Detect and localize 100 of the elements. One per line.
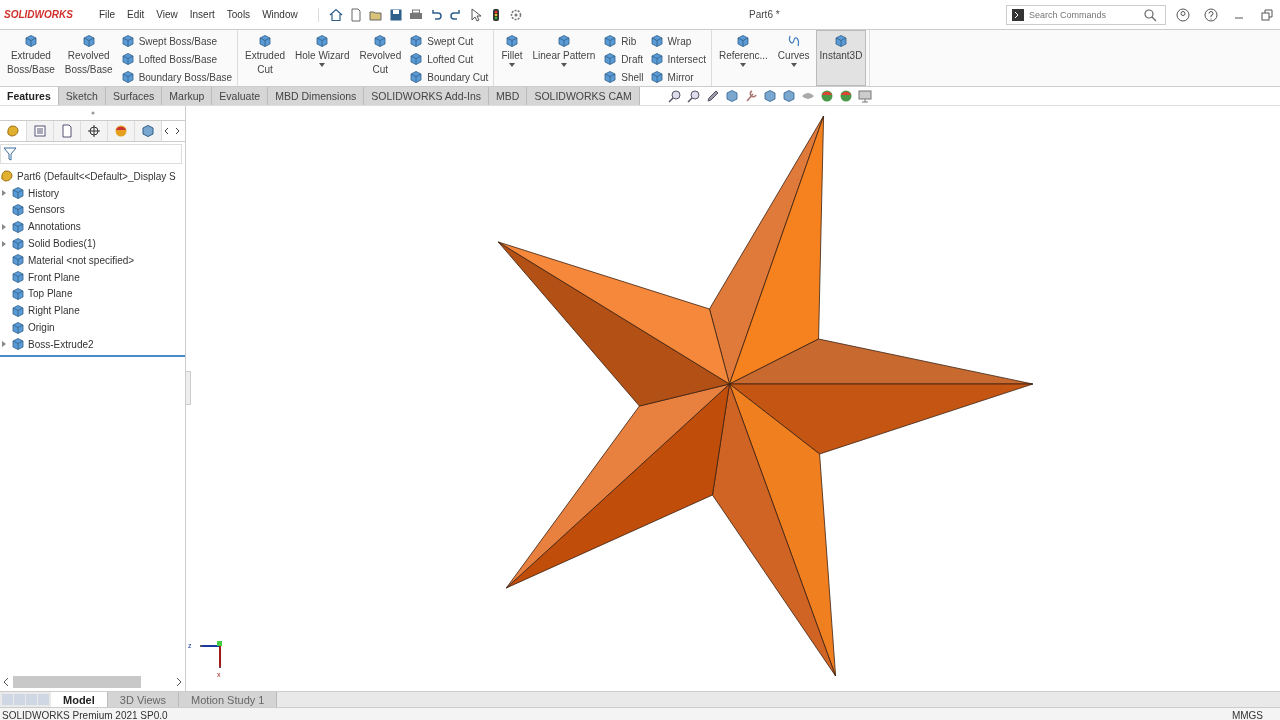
ribbon-button[interactable]: Instant3D <box>815 30 867 86</box>
command-tab[interactable]: MBD <box>489 87 528 105</box>
property-tab[interactable] <box>27 121 54 141</box>
wrench-icon[interactable] <box>743 89 758 103</box>
ribbon-button[interactable]: Boundary Cut <box>407 68 491 86</box>
cube-icon <box>141 124 155 138</box>
tree-item[interactable]: History <box>28 187 60 199</box>
ribbon-button[interactable]: Fillet <box>497 30 527 86</box>
command-tab[interactable]: SOLIDWORKS CAM <box>527 87 640 105</box>
zoom-icon[interactable] <box>667 89 682 103</box>
ribbon-button[interactable]: Revolved Boss/Base <box>60 30 117 86</box>
scroll-left-icon[interactable] <box>3 677 9 687</box>
expand-arrow-icon[interactable] <box>2 240 6 247</box>
cube-icon[interactable] <box>781 89 796 103</box>
ribbon-button[interactable]: Linear Pattern <box>528 30 600 86</box>
help-icon[interactable] <box>1204 7 1218 22</box>
ribbon-button[interactable]: Swept Cut <box>407 32 491 50</box>
command-tab[interactable]: Markup <box>162 87 213 105</box>
part-icon <box>0 169 14 184</box>
ribbon-button[interactable]: Mirror <box>647 68 708 86</box>
bottom-tab[interactable]: Model <box>51 692 108 707</box>
caret-icon <box>319 63 326 67</box>
ribbon-button[interactable]: Hole Wizard <box>291 30 354 86</box>
print-icon[interactable] <box>408 7 423 22</box>
menu-item[interactable]: Edit <box>121 9 151 20</box>
cube-icon <box>120 52 135 66</box>
menu-item[interactable]: View <box>150 9 184 20</box>
ribbon-button[interactable]: Swept Boss/Base <box>118 32 234 50</box>
command-tab[interactable]: MBD Dimensions <box>268 87 365 105</box>
cube-icon <box>556 34 571 48</box>
filter-field[interactable] <box>0 144 182 164</box>
expand-arrow-icon[interactable] <box>2 190 6 197</box>
bottom-tab[interactable]: 3D Views <box>107 692 180 707</box>
cube-icon <box>603 34 618 48</box>
pencil-icon[interactable] <box>705 89 720 103</box>
redo-icon[interactable] <box>448 7 463 22</box>
command-tab[interactable]: Evaluate <box>212 87 269 105</box>
user-icon[interactable] <box>1176 7 1190 22</box>
save-icon[interactable] <box>388 7 403 22</box>
ribbon-button[interactable]: Lofted Cut <box>407 50 491 68</box>
cube-icon[interactable] <box>724 89 739 103</box>
sphere-icon[interactable] <box>838 89 853 103</box>
tree-item[interactable]: Front Plane <box>28 271 80 283</box>
cube-icon <box>603 70 618 84</box>
tree-item[interactable]: Annotations <box>28 221 81 233</box>
collapse-handle[interactable] <box>90 111 95 115</box>
tree-item[interactable]: Solid Bodies(1) <box>28 238 96 250</box>
splitter-handle[interactable] <box>185 371 191 405</box>
cube-icon <box>504 34 519 48</box>
restore-icon[interactable] <box>1260 7 1274 22</box>
expand-arrow-icon[interactable] <box>2 223 6 230</box>
menu-item[interactable]: Insert <box>183 9 221 20</box>
cursor-icon[interactable] <box>468 7 483 22</box>
expand-arrow-icon[interactable] <box>2 341 6 348</box>
ribbon-button[interactable]: Draft <box>601 50 646 68</box>
options-icon[interactable] <box>508 7 523 22</box>
command-tab[interactable]: Surfaces <box>105 87 163 105</box>
axis-triad-drawing <box>199 641 223 669</box>
ribbon-button[interactable]: Extruded Cut <box>241 30 290 86</box>
ribbon-button[interactable]: Curves <box>773 30 814 86</box>
scroll-right-icon[interactable] <box>176 677 182 687</box>
ribbon-button[interactable]: Wrap <box>647 32 708 50</box>
dimxpert-tab[interactable] <box>81 121 108 141</box>
ribbon-button[interactable]: Boundary Boss/Base <box>118 68 234 86</box>
search-field[interactable]: Search Commands <box>1006 4 1166 25</box>
tree-item[interactable]: Part6 (Default<<Default>_Display S <box>17 170 176 182</box>
sphere-icon[interactable] <box>819 89 834 103</box>
tree-item[interactable]: Material <not specified> <box>28 254 135 266</box>
cube-icon <box>409 52 424 66</box>
menu-item[interactable]: Tools <box>220 9 257 20</box>
caret-icon <box>508 63 515 67</box>
ribbon-button[interactable]: Referenc... <box>714 30 772 86</box>
tree-item[interactable]: Boss-Extrude2 <box>28 338 94 350</box>
home-icon[interactable] <box>328 7 343 22</box>
zoom-area-icon[interactable] <box>686 89 701 103</box>
ribbon-button[interactable]: Intersect <box>647 50 708 68</box>
monitor-icon[interactable] <box>857 89 872 103</box>
command-tab[interactable]: SOLIDWORKS Add-Ins <box>364 87 490 105</box>
caret-icon <box>740 63 747 67</box>
tree-item[interactable]: Top Plane <box>28 288 73 300</box>
tree-item[interactable]: Origin <box>28 322 55 334</box>
tree-item[interactable]: Sensors <box>28 204 65 216</box>
sphere-icon <box>114 124 128 138</box>
cube-icon <box>120 70 135 84</box>
curve-icon <box>786 34 801 48</box>
appearance-tab[interactable] <box>108 121 135 141</box>
tree-item[interactable]: Right Plane <box>28 305 80 317</box>
bottom-tab[interactable]: Motion Study 1 <box>179 692 278 707</box>
menu-item[interactable]: Window <box>256 9 304 20</box>
menu-item[interactable]: File <box>92 9 121 20</box>
command-tab[interactable]: Sketch <box>58 87 106 105</box>
ribbon-button[interactable]: Shell <box>601 68 646 86</box>
cube-icon[interactable] <box>762 89 777 103</box>
new-document-icon[interactable] <box>348 7 363 22</box>
ribbon-button[interactable]: Revolved Cut <box>355 30 406 86</box>
terminal-icon <box>1011 7 1025 22</box>
ribbon-button[interactable]: Lofted Boss/Base <box>118 50 234 68</box>
ribbon-button[interactable]: Extruded Boss/Base <box>3 30 59 86</box>
ribbon-button[interactable]: Rib <box>601 32 646 50</box>
cam-tab[interactable] <box>135 121 162 141</box>
